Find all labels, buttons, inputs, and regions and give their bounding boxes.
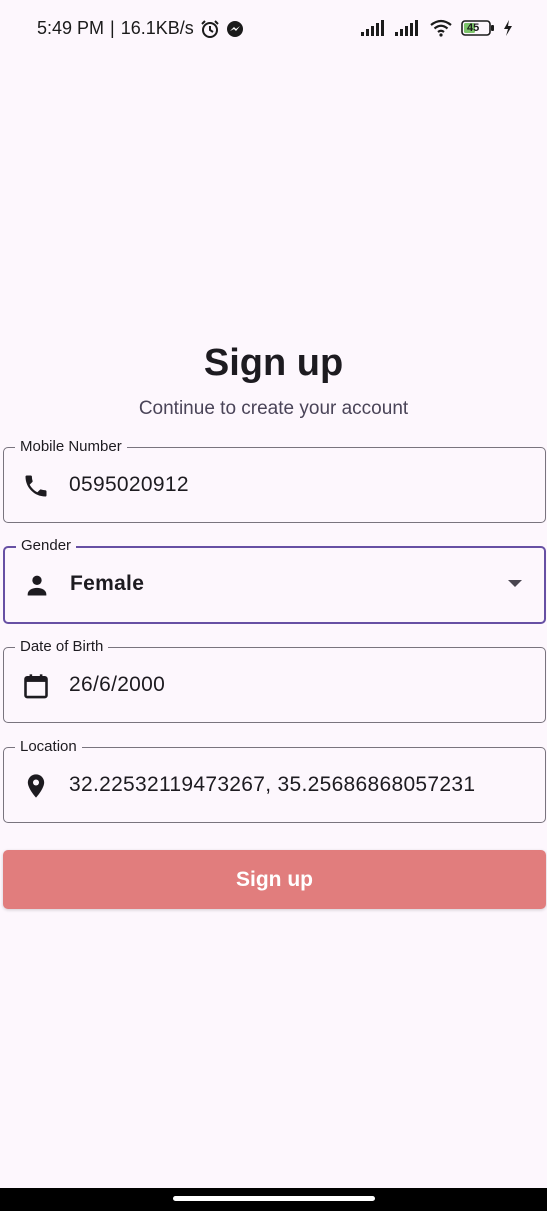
battery-level: 45	[467, 22, 480, 34]
status-bar: 5:49 PM | 16.1KB/s 45	[0, 0, 547, 62]
messenger-icon	[226, 20, 244, 38]
calendar-icon	[22, 672, 50, 700]
date-of-birth-value: 26/6/2000	[69, 673, 166, 696]
battery-icon: 45	[461, 20, 495, 36]
gender-value: Female	[70, 572, 145, 595]
network-speed: 16.1KB/s	[120, 18, 194, 38]
page-title: Sign up	[203, 342, 344, 384]
wifi-icon	[429, 19, 453, 37]
signup-button[interactable]: Sign up	[3, 850, 546, 909]
location-field[interactable]: Location 32.22532119473267, 35.256868680…	[3, 737, 546, 823]
alarm-icon	[200, 19, 220, 39]
status-time: 5:49 PM	[37, 18, 105, 38]
person-icon	[23, 571, 51, 599]
phone-icon	[22, 472, 50, 500]
mobile-number-value: 0595020912	[69, 473, 189, 496]
status-right: 45	[361, 19, 513, 37]
signal-icon-2	[395, 20, 421, 36]
status-separator: |	[110, 18, 115, 38]
mobile-number-field[interactable]: Mobile Number 0595020912	[3, 437, 546, 523]
gender-label: Gender	[16, 536, 77, 556]
page-subtitle: Continue to create your account	[138, 398, 409, 419]
mobile-number-label: Mobile Number	[15, 437, 127, 457]
date-of-birth-label: Date of Birth	[15, 637, 109, 657]
location-pin-icon	[22, 772, 50, 800]
status-left: 5:49 PM | 16.1KB/s	[37, 18, 244, 39]
gender-dropdown[interactable]: Gender Female	[3, 536, 546, 624]
location-label: Location	[15, 737, 82, 757]
date-of-birth-field[interactable]: Date of Birth 26/6/2000	[3, 637, 546, 723]
charging-icon	[503, 20, 513, 36]
signal-icon	[361, 20, 387, 36]
home-indicator[interactable]	[173, 1196, 375, 1201]
location-value: 32.22532119473267, 35.25686868057231	[69, 773, 476, 796]
navigation-bar	[0, 1188, 547, 1211]
chevron-down-icon[interactable]	[508, 580, 522, 587]
